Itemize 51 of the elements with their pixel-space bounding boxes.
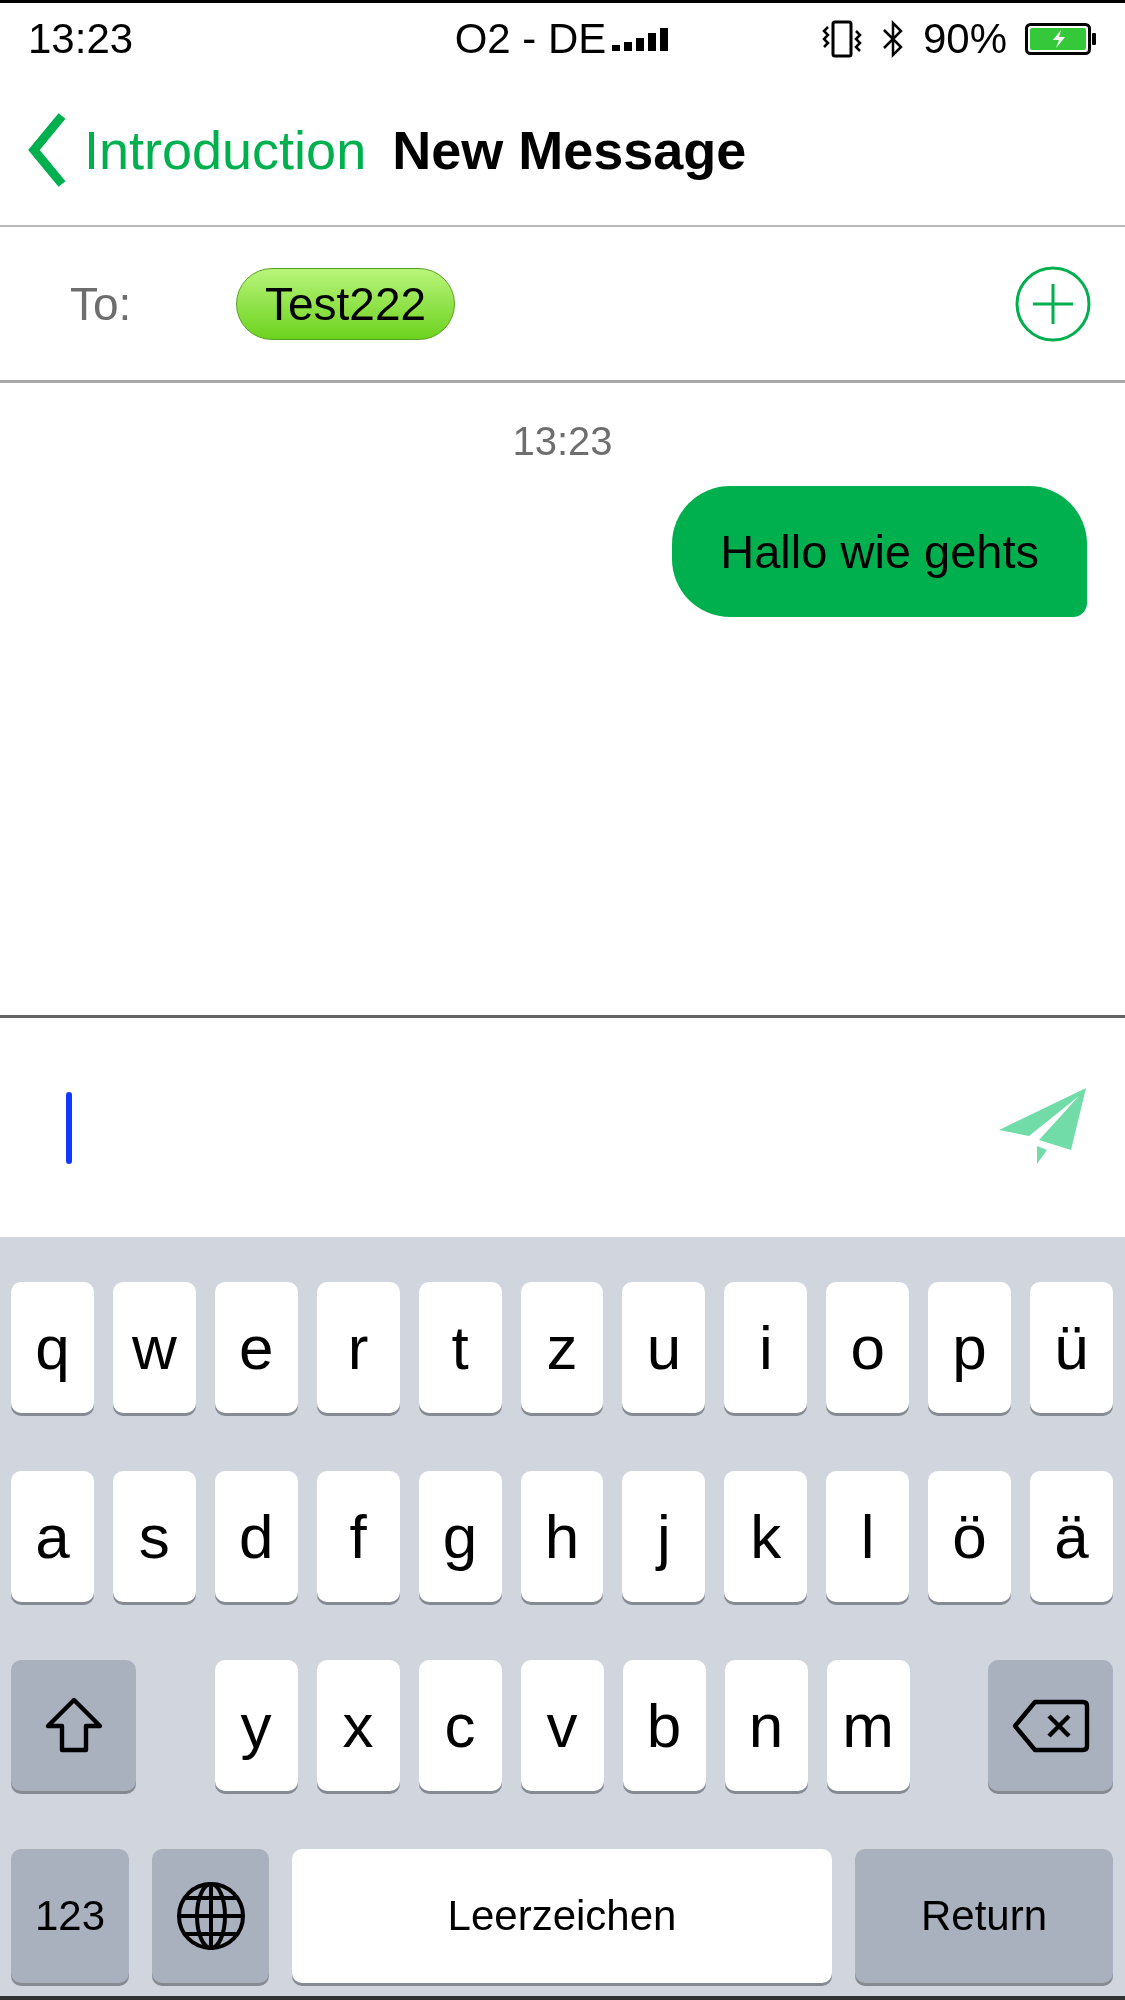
keyboard-key[interactable]: q xyxy=(11,1282,94,1413)
globe-key[interactable] xyxy=(152,1849,269,1983)
keyboard-key[interactable]: s xyxy=(112,1471,196,1602)
recipient-label: To: xyxy=(70,276,133,331)
keyboard-key[interactable]: d xyxy=(214,1471,298,1602)
keyboard-key[interactable]: v xyxy=(520,1660,604,1791)
keyboard-key[interactable]: w xyxy=(112,1282,196,1413)
keyboard-key[interactable]: l xyxy=(826,1471,910,1602)
keyboard-key[interactable]: x xyxy=(316,1660,400,1791)
keyboard-key[interactable]: a xyxy=(11,1471,94,1602)
vibrate-icon xyxy=(820,19,863,59)
backspace-icon xyxy=(1010,1697,1091,1754)
keyboard-key[interactable]: h xyxy=(520,1471,604,1602)
message-timestamp: 13:23 xyxy=(512,419,613,464)
signal-icon xyxy=(612,27,671,51)
keyboard-key[interactable]: e xyxy=(214,1282,298,1413)
battery-charging-icon xyxy=(1025,23,1097,55)
numbers-key[interactable]: 123 xyxy=(11,1849,129,1983)
keyboard-key[interactable]: g xyxy=(418,1471,502,1602)
shift-key[interactable] xyxy=(11,1660,136,1791)
keyboard-key[interactable]: i xyxy=(724,1282,808,1413)
keyboard-key[interactable]: u xyxy=(622,1282,706,1413)
return-key[interactable]: Return xyxy=(855,1849,1113,1983)
globe-icon xyxy=(174,1880,247,1952)
keyboard-key[interactable]: p xyxy=(928,1282,1012,1413)
battery-percent: 90% xyxy=(922,15,1007,63)
keyboard-key[interactable]: m xyxy=(826,1660,910,1791)
add-icon[interactable] xyxy=(1015,265,1091,342)
keyboard-key[interactable]: z xyxy=(520,1282,604,1413)
carrier-name: O2 - DE xyxy=(454,15,607,63)
keyboard-key[interactable]: ü xyxy=(1030,1282,1113,1413)
message-bubble: Hallo wie gehts xyxy=(672,486,1087,617)
keyboard-key[interactable]: y xyxy=(214,1660,298,1791)
keyboard-key[interactable]: f xyxy=(316,1471,400,1602)
backspace-key[interactable] xyxy=(988,1660,1113,1791)
recipient-chip[interactable]: Test222 xyxy=(236,267,456,340)
keyboard-key[interactable]: j xyxy=(622,1471,706,1602)
chevron-icon xyxy=(28,112,68,188)
keyboard-key[interactable]: r xyxy=(316,1282,400,1413)
keyboard-key[interactable]: c xyxy=(418,1660,502,1791)
keyboard-key[interactable]: n xyxy=(724,1660,808,1791)
status-time: 13:23 xyxy=(28,15,134,62)
keyboard-key[interactable]: o xyxy=(826,1282,910,1413)
space-key[interactable]: Leerzeichen xyxy=(292,1849,832,1983)
keyboard-key[interactable]: b xyxy=(622,1660,706,1791)
keyboard-key[interactable]: ä xyxy=(1030,1471,1113,1602)
keyboard-key[interactable]: ö xyxy=(928,1471,1012,1602)
keyboard-key[interactable]: k xyxy=(724,1471,808,1602)
bluetooth-icon xyxy=(880,19,905,59)
screen-title: New Message xyxy=(392,119,747,181)
keyboard-key[interactable]: t xyxy=(418,1282,502,1413)
